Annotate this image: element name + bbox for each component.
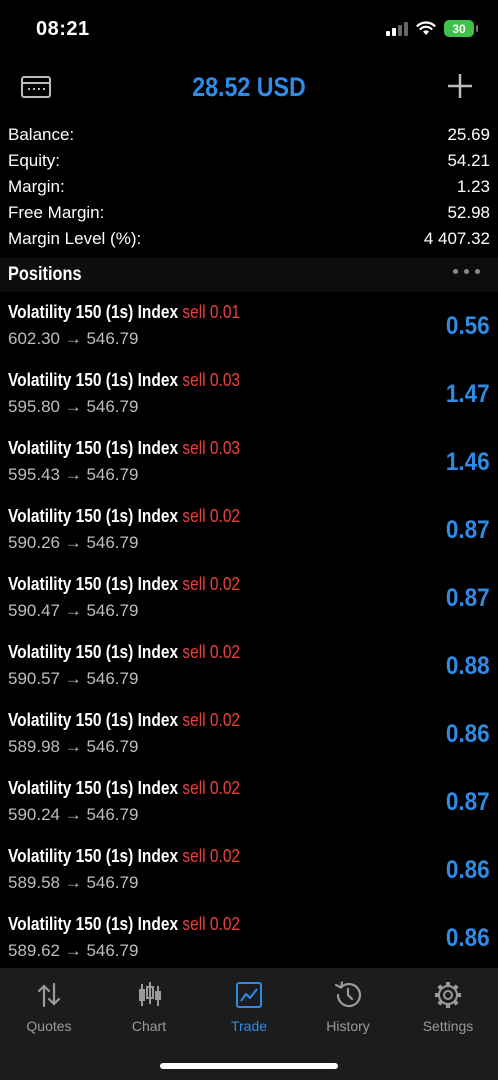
summary-label: Margin Level (%): — [8, 229, 142, 248]
status-bar: 08:21 30 — [0, 0, 498, 60]
position-profit: 0.86 — [446, 856, 490, 884]
position-row[interactable]: Volatility 150 (1s) Index sell 0.02 589.… — [0, 840, 498, 908]
position-symbol: Volatility 150 (1s) Index — [8, 846, 179, 866]
positions-header: Positions — [0, 258, 498, 292]
home-indicator[interactable] — [160, 1063, 338, 1069]
position-row[interactable]: Volatility 150 (1s) Index sell 0.01 602.… — [0, 296, 498, 364]
summary-value: 52.98 — [447, 203, 490, 222]
battery-level: 30 — [452, 21, 466, 36]
position-side: sell 0.02 — [182, 846, 241, 866]
position-profit: 1.46 — [446, 448, 490, 476]
position-prices: 589.62 → 546.79 — [8, 941, 139, 960]
position-symbol: Volatility 150 (1s) Index — [8, 506, 179, 526]
more-icon[interactable] — [453, 269, 480, 274]
trade-icon — [236, 982, 262, 1008]
settings-icon — [435, 982, 461, 1008]
tab-quotes[interactable]: Quotes — [9, 980, 89, 1034]
summary-label: Balance: — [8, 125, 75, 144]
position-row[interactable]: Volatility 150 (1s) Index sell 0.02 590.… — [0, 500, 498, 568]
position-row[interactable]: Volatility 150 (1s) Index sell 0.02 590.… — [0, 568, 498, 636]
summary-value: 4 407.32 — [423, 229, 490, 248]
position-symbol: Volatility 150 (1s) Index — [8, 574, 179, 594]
tab-label: Chart — [131, 1018, 167, 1034]
position-row[interactable]: Volatility 150 (1s) Index sell 0.03 595.… — [0, 364, 498, 432]
position-profit: 0.86 — [446, 720, 490, 748]
position-prices: 589.98 → 546.79 — [8, 737, 139, 756]
plus-icon[interactable] — [444, 70, 476, 102]
history-icon — [334, 981, 362, 1008]
tab-settings[interactable]: Settings — [408, 980, 488, 1034]
position-row[interactable]: Volatility 150 (1s) Index sell 0.02 589.… — [0, 704, 498, 772]
position-prices: 590.26 → 546.79 — [8, 533, 139, 552]
summary-value: 54.21 — [447, 151, 490, 170]
position-prices: 595.43 → 546.79 — [8, 465, 139, 484]
position-profit: 0.88 — [446, 652, 490, 680]
top-bar: 28.52 USD — [0, 64, 498, 114]
position-symbol: Volatility 150 (1s) Index — [8, 642, 179, 662]
position-symbol: Volatility 150 (1s) Index — [8, 778, 179, 798]
position-profit: 0.87 — [446, 516, 490, 544]
position-profit: 0.87 — [446, 788, 490, 816]
tab-label: Trade — [230, 1018, 268, 1034]
tab-chart[interactable]: Chart — [109, 980, 189, 1034]
position-row[interactable]: Volatility 150 (1s) Index sell 0.03 595.… — [0, 432, 498, 500]
chart-icon — [139, 982, 161, 1006]
summary-margin-level: Margin Level (%): 4 407.32 — [8, 226, 490, 252]
position-profit: 1.47 — [446, 380, 490, 408]
tab-label: Settings — [422, 1018, 474, 1034]
signal-icon — [386, 21, 408, 36]
position-profit: 0.87 — [446, 584, 490, 612]
position-symbol: Volatility 150 (1s) Index — [8, 914, 179, 934]
position-side: sell 0.02 — [182, 914, 241, 934]
positions-title: Positions — [8, 264, 82, 285]
position-prices: 595.80 → 546.79 — [8, 397, 139, 416]
position-side: sell 0.02 — [182, 506, 241, 526]
wifi-icon — [416, 21, 436, 35]
position-side: sell 0.01 — [182, 302, 241, 322]
position-side: sell 0.02 — [182, 574, 241, 594]
position-symbol: Volatility 150 (1s) Index — [8, 710, 179, 730]
position-prices: 602.30 → 546.79 — [8, 329, 139, 348]
status-time: 08:21 — [36, 18, 90, 40]
tab-trade[interactable]: Trade — [209, 980, 289, 1034]
position-profit: 0.86 — [446, 924, 490, 952]
status-icons: 30 — [386, 20, 478, 37]
account-summary: Balance: 25.69 Equity: 54.21 Margin: 1.2… — [8, 122, 490, 252]
tab-history[interactable]: History — [308, 980, 388, 1034]
position-prices: 589.58 → 546.79 — [8, 873, 139, 892]
summary-label: Free Margin: — [8, 203, 105, 222]
position-row[interactable]: Volatility 150 (1s) Index sell 0.02 589.… — [0, 908, 498, 968]
summary-value: 25.69 — [447, 125, 490, 144]
position-prices: 590.47 → 546.79 — [8, 601, 139, 620]
battery-icon: 30 — [444, 20, 478, 37]
position-row[interactable]: Volatility 150 (1s) Index sell 0.02 590.… — [0, 636, 498, 704]
position-profit: 0.56 — [446, 312, 490, 340]
summary-balance: Balance: 25.69 — [8, 122, 490, 148]
quotes-icon — [37, 982, 61, 1008]
position-side: sell 0.02 — [182, 642, 241, 662]
position-side: sell 0.03 — [182, 438, 241, 458]
position-side: sell 0.02 — [182, 778, 241, 798]
position-symbol: Volatility 150 (1s) Index — [8, 302, 179, 322]
position-prices: 590.24 → 546.79 — [8, 805, 139, 824]
position-row[interactable]: Volatility 150 (1s) Index sell 0.02 590.… — [0, 772, 498, 840]
summary-margin: Margin: 1.23 — [8, 174, 490, 200]
summary-label: Margin: — [8, 177, 65, 196]
summary-free-margin: Free Margin: 52.98 — [8, 200, 490, 226]
positions-list: Volatility 150 (1s) Index sell 0.01 602.… — [0, 296, 498, 968]
tab-label: Quotes — [26, 1018, 72, 1034]
position-side: sell 0.02 — [182, 710, 241, 730]
position-symbol: Volatility 150 (1s) Index — [8, 438, 179, 458]
position-symbol: Volatility 150 (1s) Index — [8, 370, 179, 390]
position-prices: 590.57 → 546.79 — [8, 669, 139, 688]
summary-label: Equity: — [8, 151, 60, 170]
summary-equity: Equity: 54.21 — [8, 148, 490, 174]
summary-value: 1.23 — [456, 177, 490, 196]
tab-label: History — [326, 1018, 370, 1034]
position-side: sell 0.03 — [182, 370, 241, 390]
balance-title: 28.52 USD — [192, 72, 306, 102]
